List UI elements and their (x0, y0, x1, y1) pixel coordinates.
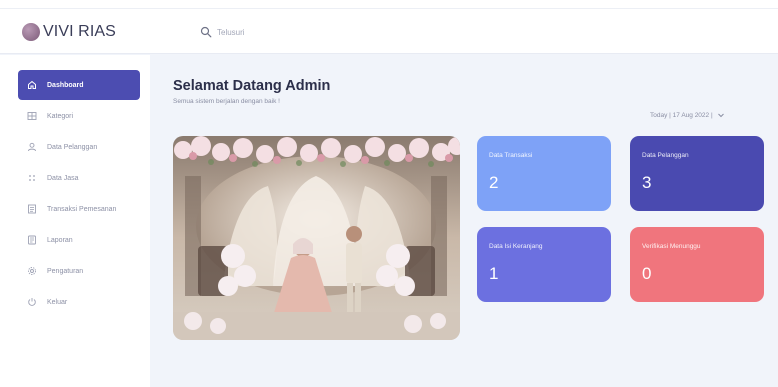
card-value: 1 (489, 264, 499, 283)
app-logo[interactable]: VIVI RIAS (22, 22, 116, 42)
card-value: 0 (642, 264, 652, 283)
sidebar-item-data-pelanggan[interactable]: Data Pelanggan (18, 132, 140, 162)
card-data-transaksi[interactable]: Data Transaksi 2 (477, 136, 611, 211)
top-bar: VIVI RIAS Telusuri (0, 0, 778, 54)
card-label: Verifikasi Menunggu (642, 243, 701, 250)
user-icon (27, 142, 37, 152)
grid-icon (27, 111, 37, 121)
sidebar-item-label: Transaksi Pemesanan (47, 205, 117, 213)
wedding-stage-photo (173, 136, 460, 340)
sidebar-item-dashboard[interactable]: Dashboard (18, 70, 140, 100)
search-icon (200, 26, 212, 38)
sidebar-item-pengaturan[interactable]: Pengaturan (18, 256, 140, 286)
sidebar-item-keluar[interactable]: Keluar (18, 287, 140, 317)
page-title: Selamat Datang Admin (173, 78, 331, 94)
page-subtitle: Semua sistem berjalan dengan baik ! (173, 98, 280, 105)
card-label: Data Pelanggan (642, 152, 689, 159)
sidebar-item-transaksi-pemesanan[interactable]: Transaksi Pemesanan (18, 194, 140, 224)
sidebar-item-label: Keluar (47, 298, 68, 306)
card-data-pelanggan[interactable]: Data Pelanggan 3 (630, 136, 764, 211)
sidebar-item-laporan[interactable]: Laporan (18, 225, 140, 255)
list-icon (27, 204, 37, 214)
logout-icon (27, 297, 37, 307)
sidebar-item-label: Data Jasa (47, 174, 79, 182)
sidebar-item-label: Data Pelanggan (47, 143, 98, 151)
sidebar-item-label: Pengaturan (47, 267, 84, 275)
date-filter-dropdown[interactable]: Today | 17 Aug 2022 | (650, 108, 725, 122)
sidebar-item-label: Laporan (47, 236, 73, 244)
logo-mark-icon (22, 23, 40, 41)
sidebar-item-label: Dashboard (47, 81, 84, 89)
home-icon (27, 80, 37, 90)
card-verifikasi-menunggu[interactable]: Verifikasi Menunggu 0 (630, 227, 764, 302)
wedding-stage-illustration (173, 136, 460, 340)
search-input[interactable]: Telusuri (217, 28, 245, 37)
card-label: Data Isi Keranjang (489, 243, 543, 250)
top-divider (0, 8, 778, 9)
card-data-isi-keranjang[interactable]: Data Isi Keranjang 1 (477, 227, 611, 302)
gear-icon (27, 266, 37, 276)
card-value: 2 (489, 173, 499, 192)
card-label: Data Transaksi (489, 152, 533, 159)
date-filter-label: Today | 17 Aug 2022 | (650, 111, 713, 119)
card-value: 3 (642, 173, 652, 192)
sidebar-item-label: Kategori (47, 112, 74, 120)
search-box[interactable]: Telusuri (200, 24, 245, 40)
chevron-down-icon (717, 113, 724, 118)
logo-text: VIVI RIAS (43, 23, 116, 40)
sidebar: Dashboard Kategori Data Pelanggan Data J… (0, 55, 150, 387)
dots-icon (27, 173, 37, 183)
sidebar-item-data-jasa[interactable]: Data Jasa (18, 163, 140, 193)
report-icon (27, 235, 37, 245)
sidebar-item-kategori[interactable]: Kategori (18, 101, 140, 131)
